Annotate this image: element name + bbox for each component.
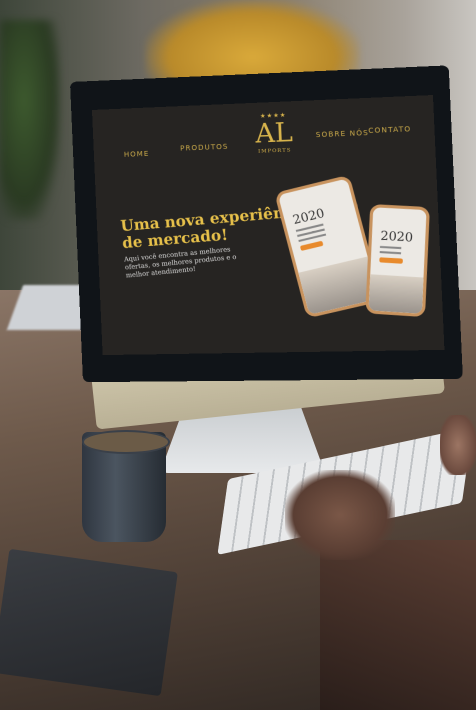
phone-year: 2020: [291, 205, 326, 228]
phone-year: 2020: [380, 228, 414, 245]
coffee-mug-top: [82, 430, 170, 454]
hand-mouse: [440, 415, 476, 475]
nav-sobre[interactable]: SOBRE NÓS: [316, 129, 369, 139]
nav-produtos[interactable]: PRODUTOS: [180, 143, 229, 153]
phone-button: [379, 257, 403, 264]
arm: [320, 540, 476, 710]
hand-typing: [285, 470, 395, 560]
notebook: [0, 548, 178, 697]
phone-mockup-2: 2020: [365, 203, 430, 318]
logo-mark: AL: [254, 117, 294, 150]
monitor-screen-website: HOME PRODUTOS ★★★★ AL IMPORTS SOBRE NÓS …: [92, 95, 445, 356]
logo[interactable]: ★★★★ AL IMPORTS: [248, 111, 300, 155]
nav-home[interactable]: HOME: [124, 150, 150, 159]
plant: [0, 20, 60, 220]
nav-contato[interactable]: CONTATO: [368, 125, 411, 135]
phone-button: [299, 240, 324, 251]
